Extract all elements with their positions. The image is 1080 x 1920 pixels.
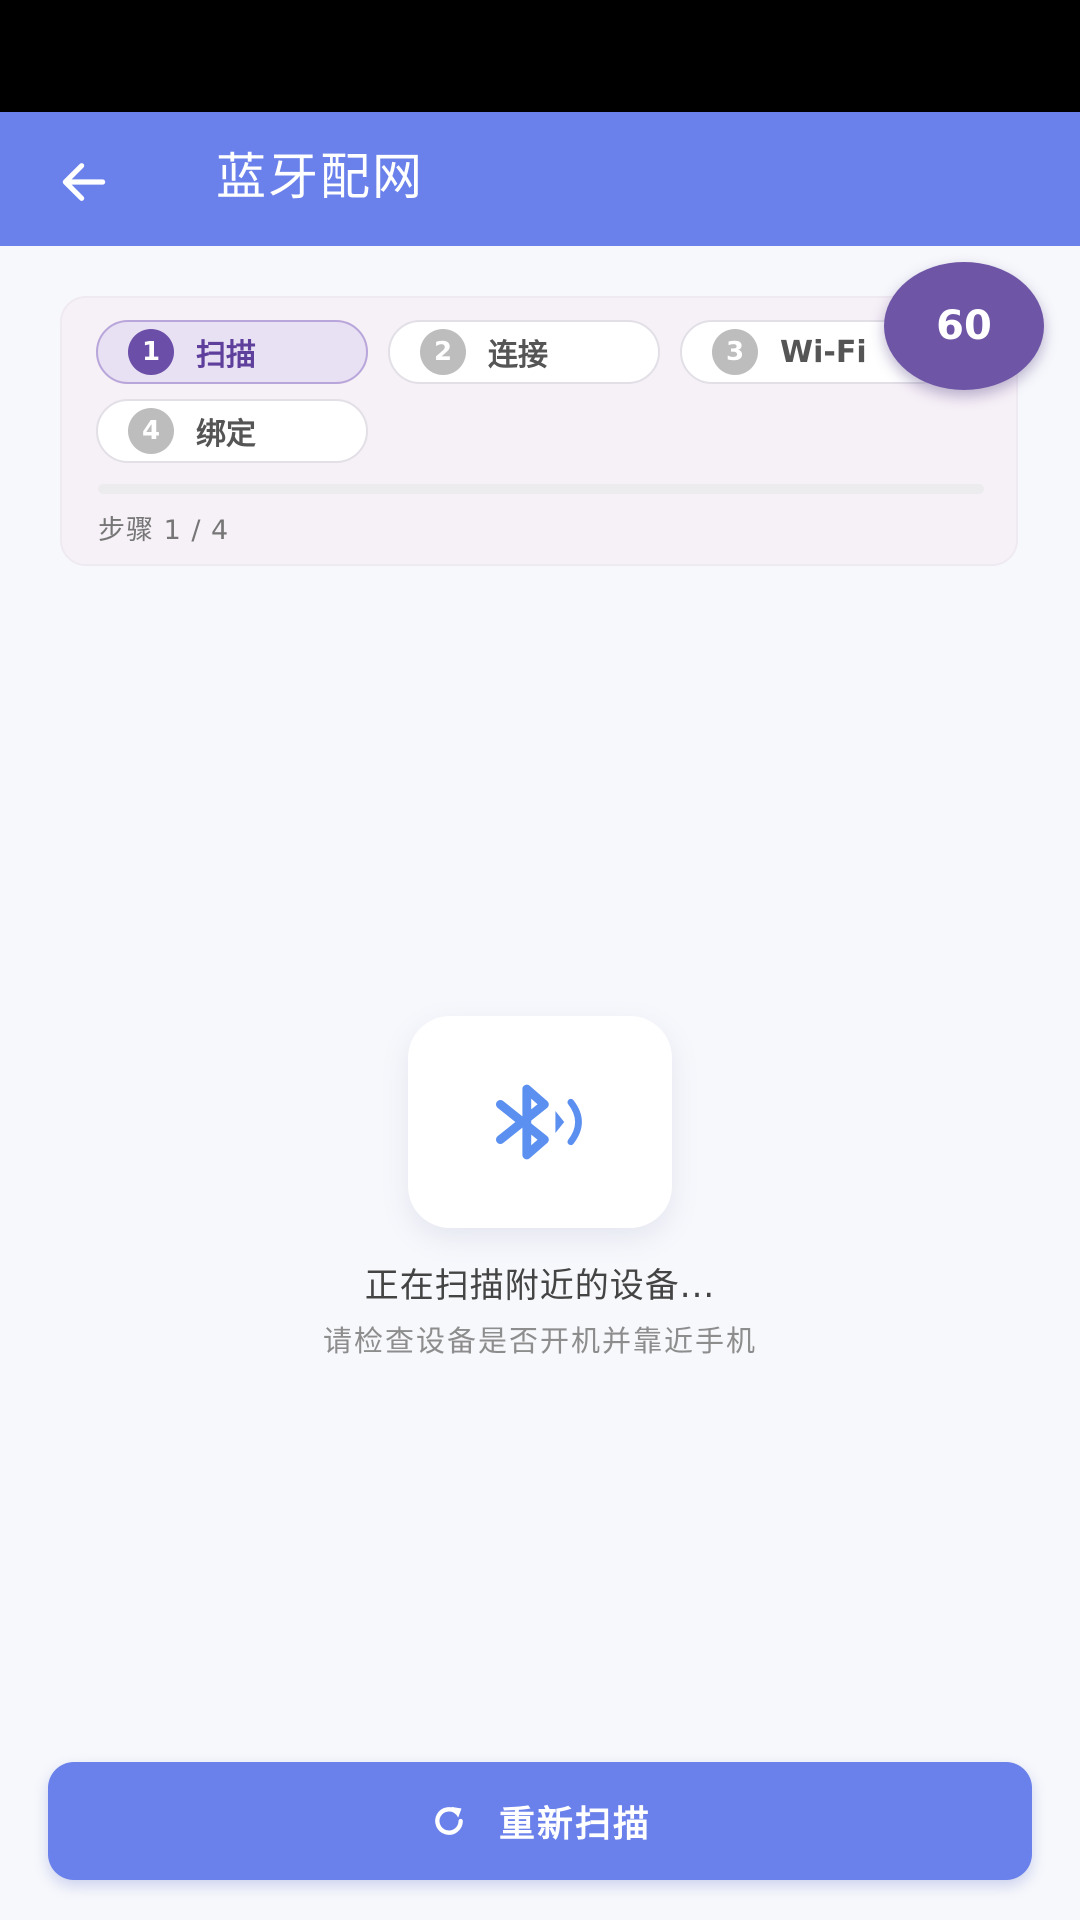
- step-count: 步骤 1 / 4: [98, 515, 230, 546]
- step-chip-bind[interactable]: 4 绑定: [96, 399, 368, 463]
- app-bar: 蓝牙配网: [0, 112, 1080, 246]
- step-label: 绑定: [196, 417, 256, 452]
- countdown-badge: 60: [884, 262, 1044, 390]
- steps-card: 1 扫描 2 连接 3 Wi-Fi 4 绑定 步骤 1 / 4: [60, 296, 1018, 566]
- step-label: 连接: [488, 338, 548, 373]
- step-chip-connect[interactable]: 2 连接: [388, 320, 660, 384]
- step-label: 扫描: [196, 338, 256, 373]
- scan-status-hint: 请检查设备是否开机并靠近手机: [322, 1324, 757, 1358]
- step-number: 1: [128, 329, 174, 375]
- step-number: 3: [712, 329, 758, 375]
- back-button[interactable]: [40, 138, 128, 226]
- bluetooth-searching-icon: [496, 1084, 582, 1160]
- scan-status-title: 正在扫描附近的设备...: [364, 1266, 716, 1306]
- arrow-left-icon: [62, 163, 106, 201]
- step-number: 2: [420, 329, 466, 375]
- refresh-icon: [435, 1806, 463, 1835]
- step-progress-bar: [98, 484, 984, 494]
- bluetooth-status-tile: [408, 1016, 672, 1228]
- rescan-button[interactable]: 重新扫描: [48, 1762, 1032, 1880]
- step-chip-scan[interactable]: 1 扫描: [96, 320, 368, 384]
- page-title: 蓝牙配网: [216, 148, 424, 206]
- step-number: 4: [128, 408, 174, 454]
- rescan-button-label: 重新扫描: [498, 1804, 651, 1845]
- step-label: Wi-Fi: [780, 334, 867, 370]
- countdown-value: 60: [936, 303, 992, 349]
- status-bar: [0, 0, 1080, 112]
